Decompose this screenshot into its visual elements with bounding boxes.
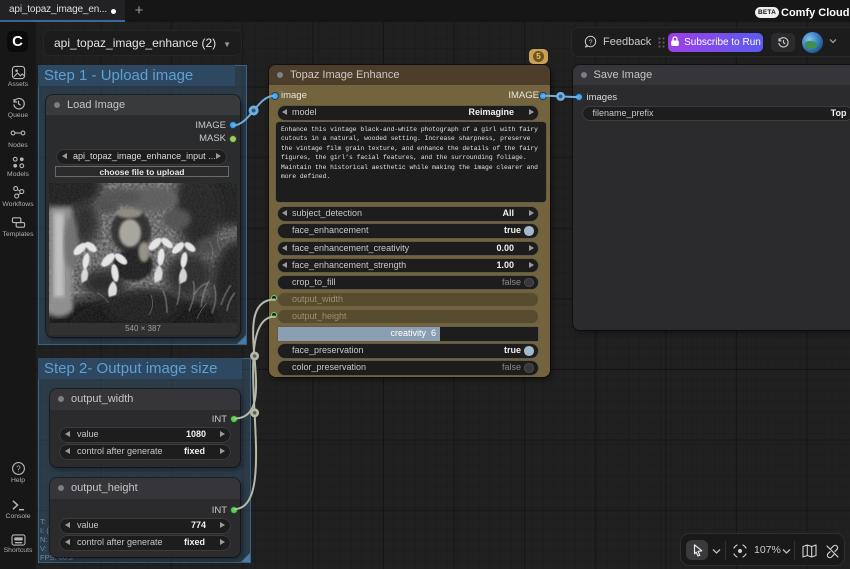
svg-text:?: ?: [589, 39, 593, 46]
svg-text:?: ?: [16, 464, 21, 473]
